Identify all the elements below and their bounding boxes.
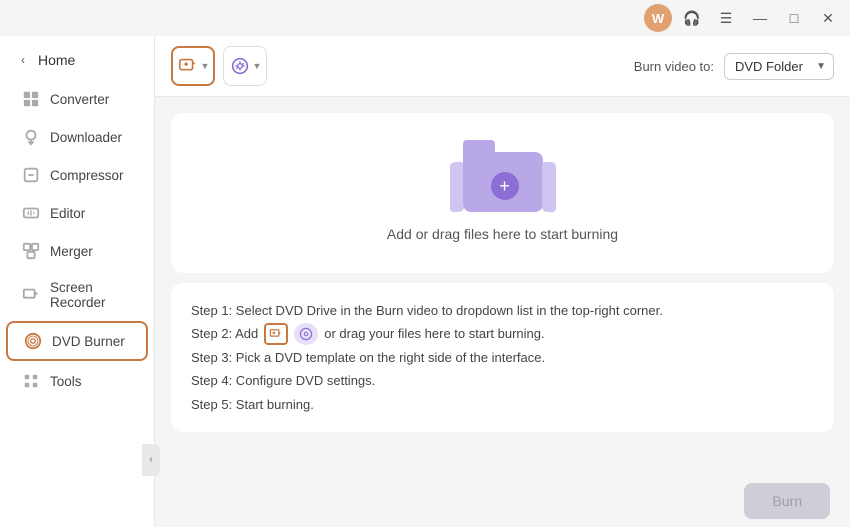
steps-area: Step 1: Select DVD Drive in the Burn vid… (171, 283, 834, 432)
tools-label: Tools (50, 374, 82, 389)
step2-disc-icon (294, 323, 318, 345)
step-2: Step 2: Add (191, 322, 814, 345)
add-files-dropdown-arrow: ▼ (201, 61, 210, 71)
app-body: ‹ Home Converter (0, 36, 850, 527)
step-5: Step 5: Start burning. (191, 393, 814, 416)
folder-icon: + (458, 137, 548, 212)
downloader-label: Downloader (50, 130, 122, 145)
sidebar-item-dvd-burner[interactable]: DVD Burner (6, 321, 148, 361)
content-area: + Add or drag files here to start burnin… (155, 97, 850, 475)
title-bar: W 🎧 ☰ — □ ✕ (0, 0, 850, 36)
folder-shadow-right (542, 161, 556, 212)
merger-label: Merger (50, 244, 93, 259)
downloader-icon (22, 128, 40, 146)
drop-prompt: Add or drag files here to start burning (387, 226, 618, 242)
add-files-button[interactable]: ▼ (171, 46, 215, 86)
folder-main: + (463, 152, 543, 212)
folder-tab (463, 140, 495, 152)
compressor-icon (22, 166, 40, 184)
screen-recorder-label: Screen Recorder (50, 280, 132, 310)
editor-icon (22, 204, 40, 222)
main-content: ▼ ▼ Bu (155, 36, 850, 527)
burn-button[interactable]: Burn (744, 483, 830, 519)
burn-to-label: Burn video to: (634, 59, 714, 74)
editor-label: Editor (50, 206, 85, 221)
sidebar-item-compressor[interactable]: Compressor (6, 157, 148, 193)
sidebar-item-screen-recorder[interactable]: Screen Recorder (6, 271, 148, 319)
sidebar-item-editor[interactable]: Editor (6, 195, 148, 231)
burn-to-select-wrapper: DVD Folder DVD Disc ISO File ▼ (724, 53, 834, 80)
burn-to-select[interactable]: DVD Folder DVD Disc ISO File (724, 53, 834, 80)
dvd-burner-icon (24, 332, 42, 350)
close-button[interactable]: ✕ (814, 4, 842, 32)
sidebar-item-downloader[interactable]: Downloader (6, 119, 148, 155)
toolbar-left: ▼ ▼ (171, 46, 267, 86)
folder-shadow-left (450, 161, 464, 212)
bottom-bar: Burn (155, 475, 850, 527)
screen-recorder-icon (22, 286, 40, 304)
toolbar-right: Burn video to: DVD Folder DVD Disc ISO F… (634, 53, 834, 80)
app-icon: W (644, 4, 672, 32)
minimize-button[interactable]: — (746, 4, 774, 32)
sidebar-collapse-button[interactable]: ‹ (142, 444, 160, 476)
converter-icon (22, 90, 40, 108)
maximize-button[interactable]: □ (780, 4, 808, 32)
converter-label: Converter (50, 92, 109, 107)
step-1: Step 1: Select DVD Drive in the Burn vid… (191, 299, 814, 322)
menu-icon[interactable]: ☰ (712, 4, 740, 32)
step2-add-icon (264, 323, 288, 345)
drop-area[interactable]: + Add or drag files here to start burnin… (171, 113, 834, 273)
toolbar: ▼ ▼ Bu (155, 36, 850, 97)
sidebar-item-tools[interactable]: Tools (6, 363, 148, 399)
step-4: Step 4: Configure DVD settings. (191, 369, 814, 392)
sidebar-item-converter[interactable]: Converter (6, 81, 148, 117)
dvd-burner-label: DVD Burner (52, 334, 125, 349)
merger-icon (22, 242, 40, 260)
folder-plus-icon: + (491, 172, 519, 200)
step-3: Step 3: Pick a DVD template on the right… (191, 346, 814, 369)
back-icon: ‹ (16, 53, 30, 67)
sidebar: ‹ Home Converter (0, 36, 155, 527)
add-disc-button[interactable]: ▼ (223, 46, 267, 86)
headphone-icon[interactable]: 🎧 (678, 4, 706, 32)
add-disc-dropdown-arrow: ▼ (253, 61, 262, 71)
compressor-label: Compressor (50, 168, 124, 183)
home-label: Home (38, 52, 75, 68)
sidebar-home[interactable]: ‹ Home (0, 44, 154, 80)
tools-icon (22, 372, 40, 390)
sidebar-item-merger[interactable]: Merger (6, 233, 148, 269)
